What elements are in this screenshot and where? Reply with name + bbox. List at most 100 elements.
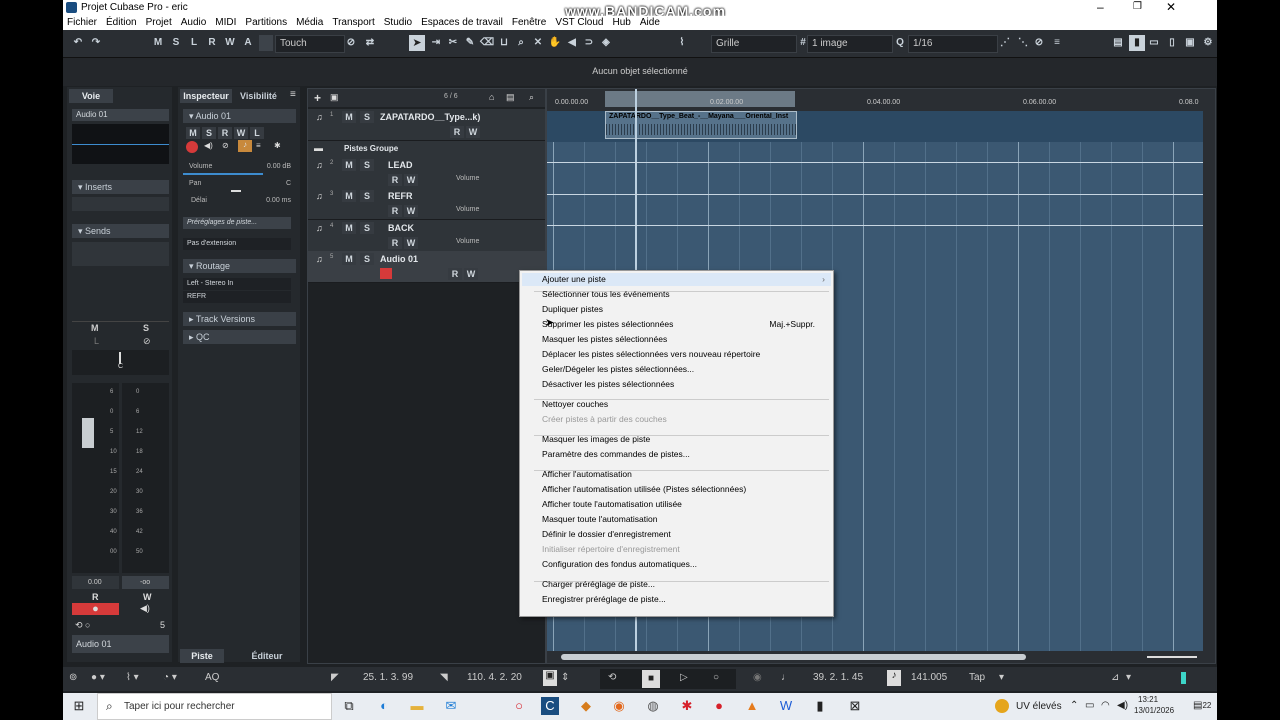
channel-name-field[interactable]: Audio 01 [72,109,169,121]
horizontal-scrollbar[interactable] [547,651,1215,663]
loop-range[interactable] [605,91,795,107]
tab-editeur[interactable]: Éditeur [240,649,294,663]
inspector-track-header[interactable]: ▾ Audio 01 [183,109,296,123]
track-presets-field[interactable]: Préréglages de piste... [183,217,291,229]
tray-chevron-icon[interactable]: ⌃ [1070,700,1078,711]
menu-item[interactable]: Partitions [245,17,287,28]
track-read-button[interactable]: R [448,268,462,280]
channel-mute-button[interactable]: M [91,323,99,333]
track-name[interactable]: REFR [388,191,413,201]
tab-voie[interactable]: Voie [69,89,113,103]
opera-icon[interactable]: ○ [510,697,528,715]
signature-dropdown-icon[interactable]: ▾ [999,672,1004,683]
menu-item[interactable]: Audio [181,17,207,28]
context-menu-item[interactable]: Configuration des fondus automatiques... [542,558,827,571]
taskbar-search[interactable]: ⌕ Taper ici pour rechercher [97,693,332,720]
track-row[interactable]: ♫ 5 M S Audio 01 R W [308,251,545,283]
delay-control[interactable]: Délai 0.00 ms [183,197,295,209]
mute-tool-icon[interactable]: ✕ [531,35,545,51]
context-menu-item[interactable]: Déplacer les pistes sélectionnées vers n… [542,348,827,361]
right-locator-icon[interactable]: ◥ [440,672,448,683]
context-menu-item[interactable]: Afficher toute l'automatisation utilisée [542,498,827,511]
right-zone-toggle-icon[interactable]: ▯ [1165,35,1179,51]
track-row[interactable]: ♫ 3 M S REFR R W Volume [308,188,545,220]
track-name[interactable]: Audio 01 [380,254,418,264]
left-locator[interactable]: 25. 1. 3. 99 [363,672,413,683]
app-icon[interactable]: ✱ [678,697,696,715]
stop-icon[interactable]: ■ [642,670,660,688]
context-menu-item[interactable]: Nettoyer couches [542,398,827,411]
context-menu-item[interactable]: Définir le dossier d'enregistrement [542,528,827,541]
scrollbar-thumb[interactable] [561,654,1026,660]
track-solo-button[interactable]: S [360,253,374,265]
tap-button[interactable]: Tap [969,672,985,683]
track-row[interactable]: ▬ Pistes Groupe [308,141,545,158]
file-explorer-icon[interactable]: ▬ [408,697,426,715]
menu-item[interactable]: Espaces de travail [421,17,503,28]
quantize-panel-icon[interactable]: ⊘ [1032,35,1046,51]
range-tool-icon[interactable]: ⇥ [429,35,443,51]
inspector-sort-icon[interactable]: ≡ [256,141,261,150]
track-read-button[interactable]: R [450,126,464,138]
inspector-timebase-icon[interactable]: ♪ [238,140,252,152]
punch-icon[interactable]: ⌇ ▾ [126,672,139,683]
inspector-button[interactable]: R [218,127,232,139]
visibility-icon[interactable]: ⌂ [489,92,494,102]
menu-item[interactable]: Transport [332,17,374,28]
menu-item[interactable]: Studio [384,17,412,28]
track-name[interactable]: BACK [388,223,414,233]
quantize-icon[interactable]: Q [893,35,907,51]
mail-icon[interactable]: ✉ [442,697,460,715]
input-routing-field[interactable]: Left - Stereo In [183,278,291,290]
context-menu-item[interactable]: Paramètre des commandes de pistes... [542,448,827,461]
snap-icon[interactable]: ⌇ [675,35,689,51]
context-menu-item[interactable]: Geler/Dégeler les pistes sélectionnées..… [542,363,827,376]
wifi-icon[interactable]: ◠ [1101,700,1110,711]
track-settings-icon[interactable]: ▤ [506,92,515,103]
inspector-lock-icon[interactable]: ⊘ [222,141,229,150]
sends-header[interactable]: ▾ Sends [72,224,169,238]
tab-visibility[interactable]: Visibilité [240,89,277,103]
snap-type-dropdown[interactable]: Grille [711,35,797,53]
cubase-taskbar-icon[interactable]: C [541,697,559,715]
uv-index-label[interactable]: UV élevés [1016,701,1062,712]
clock-date[interactable]: 13/01/2026 [1134,706,1174,715]
channel-write-button[interactable]: W [143,592,152,602]
app-icon[interactable]: ◆ [577,697,595,715]
track-read-button[interactable]: R [388,174,402,186]
channel-fader-handle[interactable] [82,418,94,448]
inserts-header[interactable]: ▾ Inserts [72,180,169,194]
context-menu-item[interactable]: Charger préréglage de piste... [542,578,827,591]
quantize-settings-icon[interactable]: ⋰ [998,35,1012,51]
zoom-slider[interactable] [1147,656,1197,658]
menu-item[interactable]: Hub [613,17,631,28]
tempo-track-icon[interactable]: ♪ [887,670,901,686]
vertical-scrollbar[interactable] [1203,111,1215,651]
tab-piste[interactable]: Piste [180,649,224,663]
channel-read-button[interactable]: R [92,592,99,602]
channel-edit-icon[interactable]: ⟲ ○ [75,620,90,631]
context-menu-item[interactable]: Afficher l'automatisation utilisée (Pist… [542,483,827,496]
track-write-button[interactable]: W [404,174,418,186]
track-write-button[interactable]: W [404,237,418,249]
track-record-button[interactable] [380,268,392,279]
constrain-delay-icon[interactable]: ⊘ [344,35,358,51]
marker-icon[interactable]: ◉ [753,672,762,683]
output-routing-field[interactable]: REFR [183,291,291,303]
mode-button[interactable]: R [205,35,219,51]
play-tool-icon[interactable]: ◀ [565,35,579,51]
draw-tool-icon[interactable]: ✎ [463,35,477,51]
track-solo-button[interactable]: S [360,190,374,202]
pointer-tool-icon[interactable]: ➤ [409,35,425,51]
mode-button[interactable]: W [223,35,237,51]
firefox-icon[interactable]: ◉ [610,697,628,715]
menu-item[interactable]: Média [296,17,323,28]
vlc-icon[interactable]: ▲ [743,697,761,715]
app-icon[interactable]: ◍ [644,697,662,715]
color-tool-icon[interactable]: ◈ [599,35,613,51]
inspector-button[interactable]: W [234,127,248,139]
inspector-monitor-icon[interactable]: ◀) [204,141,213,150]
context-menu-item[interactable]: Afficher l'automatisation [542,468,827,481]
track-row[interactable]: ♫ 4 M S BACK R W Volume [308,220,545,252]
mode-button[interactable]: L [187,35,201,51]
